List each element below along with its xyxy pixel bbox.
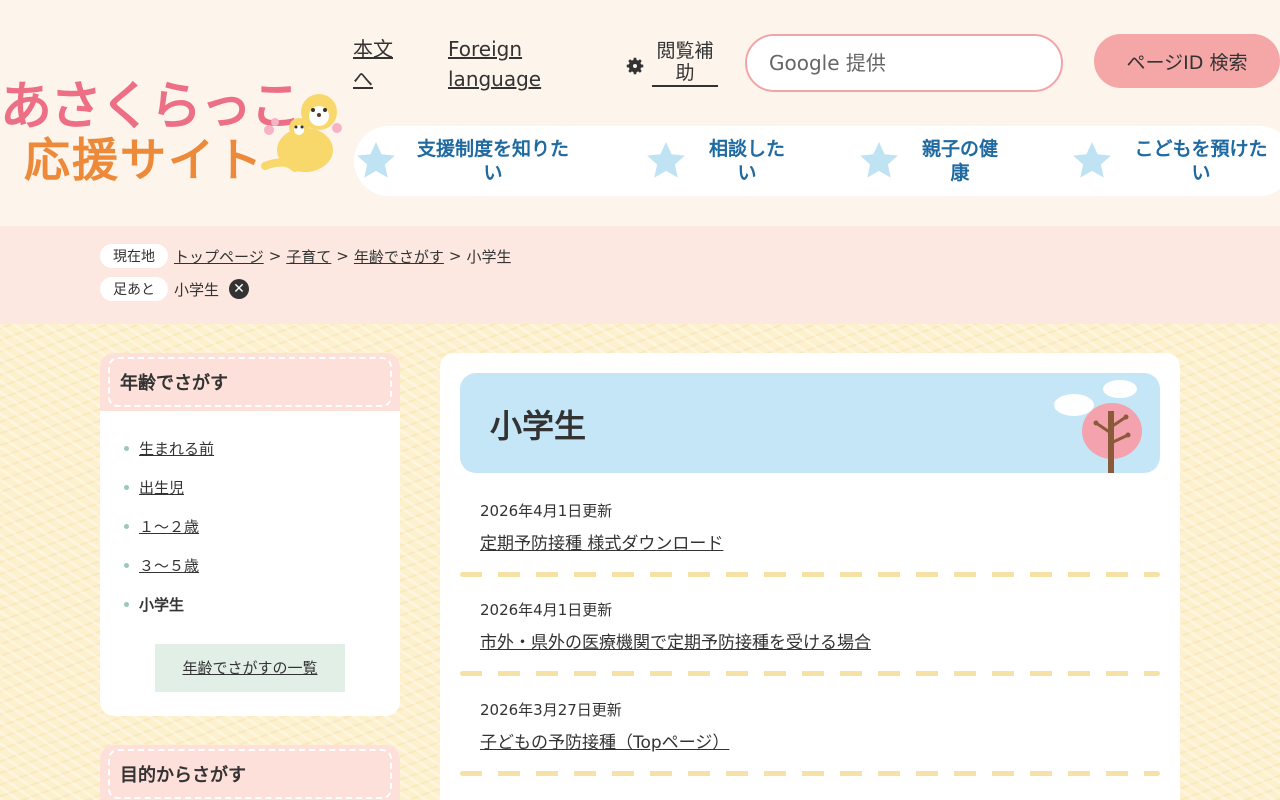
list-item: 出生児 <box>120 468 380 507</box>
footprint-item: 小学生 <box>174 280 220 299</box>
sidebar-purpose-search: 目的からさがす <box>100 745 400 800</box>
sidebar-age-list: 生まれる前 出生児 １～２歳 ３～５歳 小学生 <box>100 411 400 632</box>
nav-item-childcare[interactable]: こどもを預けたい <box>1070 126 1276 196</box>
content-panel: 小学生 2026年4月1日更新 定期予防接種 様式ダウンロード 2026年4月1… <box>440 353 1180 800</box>
site-header: あさくらっこ 応援サイト 本文へ Foreign language 閲覧補助 G… <box>0 0 1280 226</box>
assist-label: 閲覧補助 <box>652 40 718 87</box>
breadcrumb-current: 小学生 <box>466 247 512 266</box>
foreign-language-link[interactable]: Foreign language <box>448 34 558 94</box>
nav-label: 親子の健康 <box>921 138 998 184</box>
sidebar-link-newborn[interactable]: 出生児 <box>139 477 184 498</box>
search-input[interactable] <box>745 34 1063 92</box>
update-date: 2026年4月1日更新 <box>480 601 613 619</box>
sidebar-heading: 年齢でさがす <box>108 357 392 407</box>
nav-item-support[interactable]: 支援制度を知りたい <box>354 126 578 196</box>
sidebar-age-search: 年齢でさがす 生まれる前 出生児 １～２歳 ３～５歳 小学生 年齢でさがすの一覧 <box>100 353 400 716</box>
divider <box>460 671 1160 676</box>
breadcrumb: 現在地 トップページ > 子育て > 年齢でさがす > 小学生 <box>100 244 511 268</box>
logo-text-line2: 応援サイト <box>24 133 264 187</box>
star-icon <box>1073 142 1111 178</box>
list-item: 2026年4月1日更新 市外・県外の医療機関で定期予防接種を受ける場合 <box>480 599 1140 653</box>
list-item: 2026年3月27日更新 子どもの予防接種（Topページ） <box>480 699 1140 753</box>
sidebar-link-3-5[interactable]: ３～５歳 <box>139 555 199 576</box>
main-area: 年齢でさがす 生まれる前 出生児 １～２歳 ３～５歳 小学生 年齢でさがすの一覧… <box>0 324 1280 800</box>
breadcrumb-link-top[interactable]: トップページ <box>174 246 264 267</box>
sidebar-link-before-birth[interactable]: 生まれる前 <box>139 438 214 459</box>
close-icon[interactable]: ✕ <box>229 279 250 299</box>
list-item: １～２歳 <box>120 507 380 546</box>
title-banner: 小学生 <box>460 373 1160 473</box>
divider <box>460 572 1160 577</box>
nav-item-consult[interactable]: 相談したい <box>644 126 792 196</box>
nav-item-health[interactable]: 親子の健康 <box>857 126 1005 196</box>
entry-link[interactable]: 定期予防接種 様式ダウンロード <box>480 529 723 554</box>
current-location-tag: 現在地 <box>100 244 168 268</box>
skip-to-content-link[interactable]: 本文へ <box>353 34 403 94</box>
list-item: 2026年4月1日更新 定期予防接種 様式ダウンロード <box>480 500 1140 554</box>
list-item: 生まれる前 <box>120 429 380 468</box>
otter-mascot-icon <box>261 94 342 172</box>
gear-icon <box>626 57 644 74</box>
update-date: 2026年4月1日更新 <box>480 502 613 520</box>
breadcrumb-link-childcare[interactable]: 子育て <box>286 246 331 267</box>
breadcrumb-area: 現在地 トップページ > 子育て > 年齢でさがす > 小学生 足あと 小学生 … <box>0 226 1280 324</box>
page-id-search-button[interactable]: ページID 検索 <box>1094 34 1280 88</box>
sidebar-heading: 目的からさがす <box>108 749 392 799</box>
site-logo[interactable]: あさくらっこ 応援サイト <box>0 60 350 187</box>
entry-link[interactable]: 市外・県外の医療機関で定期予防接種を受ける場合 <box>480 628 871 653</box>
nav-label: こどもを預けたい <box>1134 138 1268 184</box>
accessibility-assist-button[interactable]: 閲覧補助 <box>624 40 718 87</box>
nav-label: 支援制度を知りたい <box>416 138 569 184</box>
sidebar-link-1-2[interactable]: １～２歳 <box>139 516 199 537</box>
footprint-tag: 足あと <box>100 277 168 301</box>
breadcrumb-link-age[interactable]: 年齢でさがす <box>354 246 444 267</box>
list-item: ３～５歳 <box>120 546 380 585</box>
page-title: 小学生 <box>490 407 587 445</box>
entry-link[interactable]: 子どもの予防接種（Topページ） <box>480 728 729 753</box>
star-icon <box>357 142 395 178</box>
age-search-list-button[interactable]: 年齢でさがすの一覧 <box>155 644 345 692</box>
star-icon <box>860 142 898 178</box>
nav-label: 相談したい <box>708 138 785 184</box>
tree-icon <box>1054 380 1142 473</box>
update-date: 2026年3月27日更新 <box>480 701 622 719</box>
list-item: 小学生 <box>120 585 380 624</box>
star-icon <box>647 142 685 178</box>
footprint-trail: 足あと 小学生 ✕ <box>100 277 250 301</box>
main-nav: 支援制度を知りたい 相談したい 親子の健康 こどもを預けたい <box>354 126 1280 196</box>
divider <box>460 771 1160 776</box>
sidebar-current-item: 小学生 <box>139 596 185 614</box>
